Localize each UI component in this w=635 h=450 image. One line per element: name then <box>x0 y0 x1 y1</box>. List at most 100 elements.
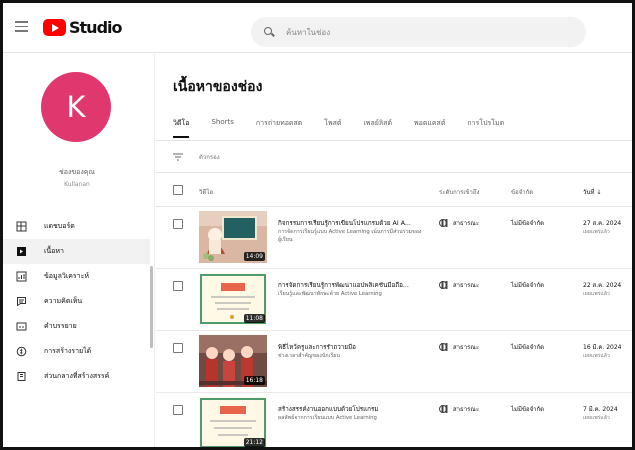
publish-status: เผยแพร่แล้ว <box>583 415 610 421</box>
select-all-checkbox[interactable] <box>173 185 183 195</box>
content-tabs: วิดีโอ Shorts การถ่ายทอดสด โพสต์ เพลย์ลิ… <box>173 118 526 138</box>
video-thumbnail[interactable]: 21:12 <box>199 397 267 447</box>
library-icon <box>15 371 27 383</box>
visibility-label: สาธารณะ <box>453 282 480 289</box>
row-checkbox[interactable] <box>173 219 183 229</box>
sidebar-nav: แดชบอร์ด เนื้อหา ข้อมูลวิเคราะห์ ความคิด… <box>3 214 150 389</box>
visibility-status[interactable]: สาธารณะ <box>439 218 479 228</box>
globe-icon <box>439 219 447 227</box>
menu-icon[interactable] <box>15 21 28 32</box>
search-bar[interactable]: ค้นหาในช่อง <box>251 17 586 47</box>
visibility-status[interactable]: สาธารณะ <box>439 280 479 290</box>
tab-videos[interactable]: วิดีโอ <box>173 118 190 138</box>
video-description: เรียนรู้และพัฒนาทักษะด้วย Active Learnin… <box>278 291 382 297</box>
restriction-status: ไม่มีข้อจำกัด <box>511 282 545 289</box>
sidebar-item-label: การสร้างรายได้ <box>44 347 92 355</box>
header-date[interactable]: วันที่ ↓ <box>583 187 601 197</box>
sidebar-item-label: คำบรรยาย <box>44 322 77 330</box>
video-title[interactable]: กิจกรรมการเรียนรู้การเขียนโปรแกรมด้วย AI… <box>278 218 428 228</box>
publish-status: เผยแพร่แล้ว <box>583 229 610 235</box>
video-title[interactable]: สร้างสรรค์งานออกแบบด้วยโปรแกรม <box>278 404 428 414</box>
dashboard-icon <box>15 221 27 233</box>
row-checkbox[interactable] <box>173 281 183 291</box>
tab-promotions[interactable]: การโปรโมต <box>467 118 504 138</box>
visibility-status[interactable]: สาธารณะ <box>439 342 479 352</box>
analytics-icon <box>15 271 27 283</box>
publish-date: 7 มี.ค. 2024 <box>583 406 618 413</box>
channel-subtitle: Kullanan <box>64 181 90 188</box>
video-duration: 11:08 <box>243 314 265 323</box>
tab-podcasts[interactable]: พอดแคสต์ <box>414 118 445 138</box>
visibility-label: สาธารณะ <box>453 344 480 351</box>
search-input[interactable]: ค้นหาในช่อง <box>286 26 330 39</box>
studio-logo[interactable]: Studio <box>43 18 122 37</box>
table-row[interactable]: 11:08 การจัดการเรียนรู้การพัฒนาแอปพลิเคช… <box>156 269 632 331</box>
monetization-icon <box>15 346 27 358</box>
tab-shorts[interactable]: Shorts <box>211 118 233 138</box>
publish-status: เผยแพร่แล้ว <box>583 353 610 359</box>
visibility-status[interactable]: สาธารณะ <box>439 404 479 414</box>
sidebar-item-comments[interactable]: ความคิดเห็น <box>3 289 150 314</box>
row-checkbox[interactable] <box>173 343 183 353</box>
video-duration: 16:18 <box>243 376 265 385</box>
table-header: วิดีโอ ระดับการเข้าถึง ข้อจำกัด วันที่ ↓ <box>156 173 632 207</box>
sidebar-item-monetization[interactable]: การสร้างรายได้ <box>3 339 150 364</box>
top-bar: Studio ค้นหาในช่อง <box>3 3 632 53</box>
header-restrictions[interactable]: ข้อจำกัด <box>511 187 533 197</box>
globe-icon <box>439 281 447 289</box>
comments-icon <box>15 296 27 308</box>
channel-name: ช่องของคุณ <box>59 168 95 176</box>
publish-date: 16 มี.ค. 2024 <box>583 344 622 351</box>
studio-window: Studio ค้นหาในช่อง K ช่องของคุณ Kullanan… <box>0 0 635 450</box>
header-date-label: วันที่ <box>583 189 595 196</box>
sidebar-item-label: ส่วนกลางที่สร้างสรรค์ <box>44 372 110 380</box>
sidebar-item-dashboard[interactable]: แดชบอร์ด <box>3 214 150 239</box>
play-logo-icon <box>43 19 66 36</box>
table-row[interactable]: 14:09 กิจกรรมการเรียนรู้การเขียนโปรแกรมด… <box>156 207 632 269</box>
globe-icon <box>439 405 447 413</box>
sidebar-item-library[interactable]: ส่วนกลางที่สร้างสรรค์ <box>3 364 150 389</box>
publish-date: 22 ส.ค. 2024 <box>583 282 622 289</box>
sidebar-item-label: เนื้อหา <box>44 247 64 255</box>
video-duration: 21:12 <box>243 438 265 447</box>
sort-arrow-icon: ↓ <box>596 189 602 196</box>
sidebar-item-subtitles[interactable]: คำบรรยาย <box>3 314 150 339</box>
page-title: เนื้อหาของช่อง <box>173 79 263 95</box>
visibility-label: สาธารณะ <box>453 220 480 227</box>
content-icon <box>15 246 27 258</box>
visibility-label: สาธารณะ <box>453 406 480 413</box>
search-icon[interactable] <box>264 27 274 37</box>
video-description: การจัดการเรียนรู้แบบ Active Learning เน้… <box>278 229 422 243</box>
filter-label: ตัวกรอง <box>199 154 220 161</box>
brand-name: Studio <box>69 18 122 37</box>
header-video[interactable]: วิดีโอ <box>199 187 213 197</box>
video-description: ช่วงเวลาสำคัญของนักเรียน <box>278 353 341 359</box>
table-row[interactable]: 16:18 พิธีไหว้ครูและการรำถวายมือ ช่วงเวล… <box>156 331 632 393</box>
restriction-status: ไม่มีข้อจำกัด <box>511 344 545 351</box>
video-thumbnail[interactable]: 16:18 <box>199 335 267 387</box>
subtitles-icon <box>15 321 27 333</box>
publish-status: เผยแพร่แล้ว <box>583 291 610 297</box>
row-checkbox[interactable] <box>173 405 183 415</box>
tab-live[interactable]: การถ่ายทอดสด <box>256 118 302 138</box>
video-thumbnail[interactable]: 14:09 <box>199 211 267 263</box>
sidebar-scrollbar[interactable] <box>150 266 153 348</box>
globe-icon <box>439 343 447 351</box>
table-row[interactable]: 21:12 สร้างสรรค์งานออกแบบด้วยโปรแกรม ผลล… <box>156 393 632 447</box>
header-visibility[interactable]: ระดับการเข้าถึง <box>439 187 479 197</box>
channel-avatar[interactable]: K <box>41 72 111 142</box>
video-thumbnail[interactable]: 11:08 <box>199 273 267 325</box>
tabs-divider <box>156 140 632 141</box>
video-duration: 14:09 <box>243 252 265 261</box>
tab-posts[interactable]: โพสต์ <box>324 118 341 138</box>
sidebar-item-analytics[interactable]: ข้อมูลวิเคราะห์ <box>3 264 150 289</box>
video-title[interactable]: พิธีไหว้ครูและการรำถวายมือ <box>278 342 428 352</box>
sidebar-item-label: ข้อมูลวิเคราะห์ <box>44 272 89 280</box>
sidebar-item-content[interactable]: เนื้อหา <box>3 239 150 264</box>
tab-playlists[interactable]: เพลย์ลิสต์ <box>363 118 392 138</box>
channel-content: เนื้อหาของช่อง วิดีโอ Shorts การถ่ายทอดส… <box>156 54 632 447</box>
restriction-status: ไม่มีข้อจำกัด <box>511 406 545 413</box>
filter-button[interactable]: ตัวกรอง <box>173 152 220 162</box>
video-title[interactable]: การจัดการเรียนรู้การพัฒนาแอปพลิเคชันมือถ… <box>278 280 428 290</box>
sidebar-item-label: แดชบอร์ด <box>44 222 75 230</box>
